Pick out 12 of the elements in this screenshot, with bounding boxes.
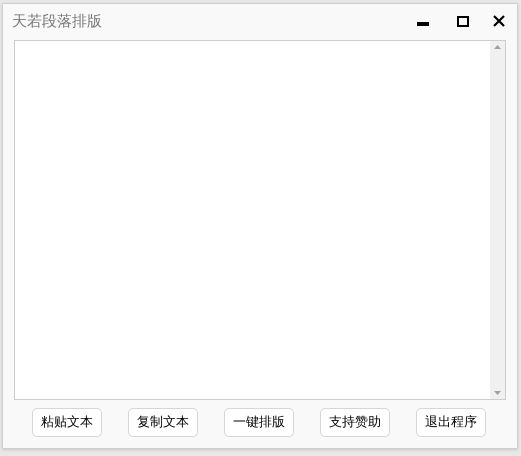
scrollbar[interactable] [490,41,505,399]
maximize-icon[interactable] [457,16,469,26]
text-area[interactable] [14,40,506,400]
action-button[interactable]: 退出程序 [416,408,486,437]
action-button[interactable]: 粘贴文本 [32,408,102,437]
scroll-up-icon[interactable] [494,45,501,49]
action-button[interactable]: 一键排版 [224,408,294,437]
action-button[interactable]: 复制文本 [128,408,198,437]
scroll-down-icon[interactable] [494,391,501,395]
window-title: 天若段落排版 [12,10,103,32]
action-button[interactable]: 支持赞助 [320,408,390,437]
close-icon[interactable] [493,15,505,27]
